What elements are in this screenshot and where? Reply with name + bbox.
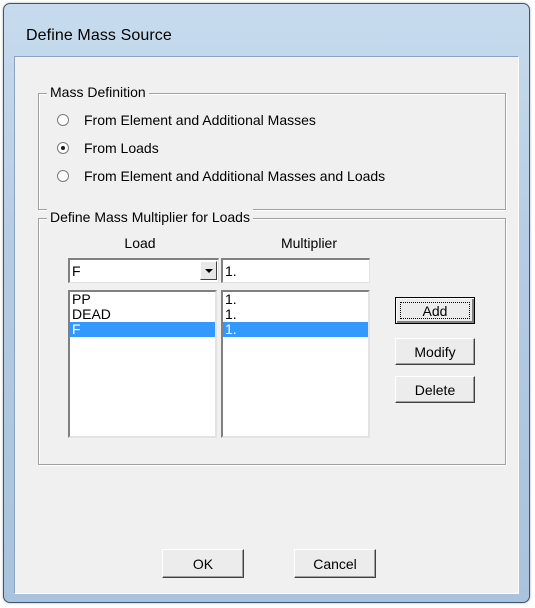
title-bar[interactable]: Define Mass Source xyxy=(4,4,529,56)
ok-button-label: OK xyxy=(192,555,214,572)
modify-button-label: Modify xyxy=(414,343,456,360)
list-item[interactable]: 1. xyxy=(223,292,368,307)
radio-from-element-masses-and-loads[interactable]: From Element and Additional Masses and L… xyxy=(57,166,385,186)
delete-button-label: Delete xyxy=(414,381,456,398)
radio-circle-icon[interactable] xyxy=(57,114,69,126)
radio-from-loads[interactable]: From Loads xyxy=(57,138,159,158)
add-button-label: Add xyxy=(422,302,448,319)
multiplier-listbox[interactable]: 1. 1. 1. xyxy=(221,290,370,438)
radio-checked-icon[interactable] xyxy=(57,142,69,154)
load-listbox[interactable]: PP DEAD F xyxy=(68,290,217,438)
list-item[interactable]: DEAD xyxy=(70,307,215,322)
radio-label: From Loads xyxy=(84,140,159,156)
dialog-window: Define Mass Source Mass Definition From … xyxy=(3,3,530,603)
multiplier-column-header: Multiplier xyxy=(280,235,337,251)
radio-label: From Element and Additional Masses xyxy=(84,112,316,128)
radio-label: From Element and Additional Masses and L… xyxy=(84,168,386,184)
list-item-selected[interactable]: F xyxy=(70,322,215,337)
list-item[interactable]: PP xyxy=(70,292,215,307)
ok-button[interactable]: OK xyxy=(162,549,244,578)
radio-from-element-masses[interactable]: From Element and Additional Masses xyxy=(57,110,316,130)
mass-definition-group: Mass Definition From Element and Additio… xyxy=(38,84,506,210)
load-select-value: F xyxy=(72,263,81,279)
multiplier-input-value: 1. xyxy=(225,263,237,279)
load-select[interactable]: F xyxy=(68,258,219,283)
radio-circle-icon[interactable] xyxy=(57,170,69,182)
cancel-button-label: Cancel xyxy=(313,555,357,572)
load-column-header: Load xyxy=(124,235,156,251)
mass-multiplier-legend: Define Mass Multiplier for Loads xyxy=(47,209,253,225)
cancel-button[interactable]: Cancel xyxy=(294,549,376,578)
mass-definition-legend: Mass Definition xyxy=(47,84,149,100)
list-item[interactable]: 1. xyxy=(223,307,368,322)
add-button[interactable]: Add xyxy=(395,297,475,324)
list-item-selected[interactable]: 1. xyxy=(223,322,368,337)
dialog-title: Define Mass Source xyxy=(26,27,172,44)
multiplier-input[interactable]: 1. xyxy=(221,258,370,283)
mass-multiplier-group: Define Mass Multiplier for Loads Load Mu… xyxy=(38,209,506,465)
chevron-down-icon[interactable] xyxy=(200,261,217,280)
modify-button[interactable]: Modify xyxy=(395,338,475,365)
dialog-client-area: Mass Definition From Element and Additio… xyxy=(14,56,519,594)
delete-button[interactable]: Delete xyxy=(395,376,475,403)
